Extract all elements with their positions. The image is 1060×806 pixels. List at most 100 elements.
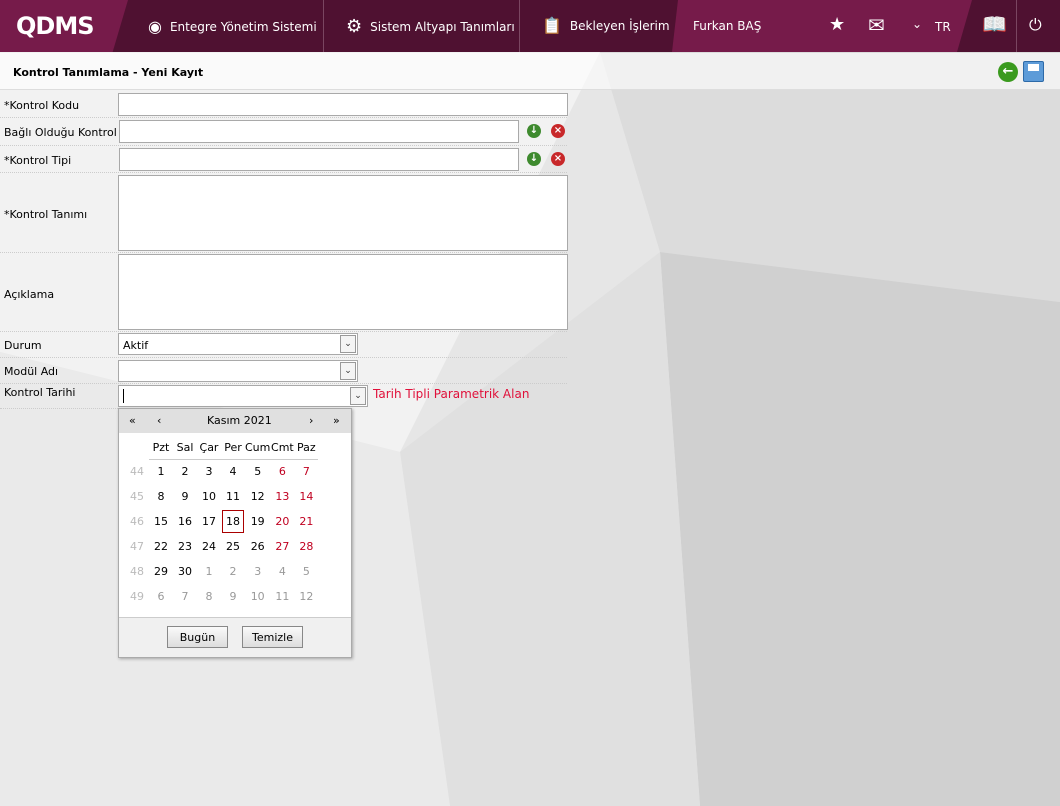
save-icon[interactable] [1023, 61, 1044, 82]
power-icon[interactable]: ⏻ [1029, 15, 1042, 35]
label-kontrol-tarihi: Kontrol Tarihi [4, 386, 76, 399]
label-kontrol-tipi: *Kontrol Tipi [4, 154, 72, 167]
calendar-day[interactable]: 8 [149, 484, 173, 509]
calendar-day[interactable]: 11 [221, 484, 245, 509]
calendar-month-title[interactable]: Kasım 2021 [207, 414, 272, 427]
calendar-day[interactable]: 5 [294, 559, 318, 584]
calendar-day[interactable]: 9 [221, 584, 245, 609]
week-number: 48 [130, 565, 144, 578]
weekday-header: Cmt [270, 437, 295, 460]
label-kontrol-tanimi: *Kontrol Tanımı [4, 208, 88, 221]
calendar-day[interactable]: 22 [149, 534, 173, 559]
top-navbar: QDMS ◉ Entegre Yönetim Sistemi ⚙ Sistem Al… [0, 0, 1060, 52]
calendar-grid: Pzt Sal Çar Per Cum Cmt Paz 44 1 2 3 4 5 6 7 45 8 9 10 11 1… [125, 437, 319, 609]
calendar-day[interactable]: 5 [245, 459, 270, 484]
weekday-header: Paz [294, 437, 319, 460]
calendar-day[interactable]: 23 [173, 534, 197, 559]
week-number: 49 [130, 590, 144, 603]
calendar-day[interactable]: 30 [173, 559, 197, 584]
chevron-down-icon: ⌄ [340, 362, 356, 380]
calendar-day[interactable]: 26 [245, 534, 270, 559]
select-down-icon[interactable]: ↓ [527, 124, 541, 138]
user-name[interactable]: Furkan BAŞ [693, 19, 761, 33]
clipboard-icon: 📋 [542, 16, 562, 35]
language-selector[interactable]: TR [935, 20, 951, 34]
calendar-day[interactable]: 6 [149, 584, 173, 609]
star-icon[interactable]: ★ [829, 14, 845, 35]
bagli-kontrol-input[interactable] [119, 120, 519, 143]
calendar-day[interactable]: 14 [294, 484, 318, 509]
date-picker-calendar: « ‹ Kasım 2021 › » Pzt Sal Çar Per Cum Cmt Paz… [118, 408, 352, 658]
calendar-day[interactable]: 11 [270, 584, 294, 609]
calendar-day[interactable]: 16 [173, 509, 197, 534]
aciklama-textarea[interactable] [118, 254, 568, 330]
calendar-day[interactable]: 7 [294, 459, 318, 484]
clear-icon[interactable]: × [551, 152, 565, 166]
calendar-day[interactable]: 9 [173, 484, 197, 509]
manual-book-icon[interactable]: 📖 [982, 12, 1007, 36]
calendar-day[interactable]: 3 [245, 559, 270, 584]
calendar-day[interactable]: 17 [197, 509, 221, 534]
kontrol-tarihi-input[interactable]: ⌄ [118, 385, 368, 407]
kontrol-tanimi-textarea[interactable] [118, 175, 568, 251]
calendar-day[interactable]: 24 [197, 534, 221, 559]
gear-icon: ⚙ [346, 16, 363, 37]
kontrol-tipi-input[interactable] [119, 148, 519, 171]
prev-year-button[interactable]: « [129, 414, 136, 427]
calendar-day[interactable]: 12 [294, 584, 318, 609]
calendar-day[interactable]: 4 [221, 459, 245, 484]
kontrol-kodu-input[interactable] [118, 93, 568, 116]
weekday-header: Sal [173, 437, 197, 460]
calendar-day[interactable]: 1 [149, 459, 173, 484]
clear-icon[interactable]: × [551, 124, 565, 138]
week-number: 45 [130, 490, 144, 503]
weekday-header: Cum [245, 437, 271, 460]
nav-sistem-altyapi[interactable]: ⚙ Sistem Altyapı Tanımları [346, 16, 515, 37]
clear-button[interactable]: Temizle [242, 626, 303, 648]
calendar-day[interactable]: 18 [221, 509, 245, 534]
calendar-day[interactable]: 6 [270, 459, 294, 484]
calendar-day[interactable]: 2 [221, 559, 245, 584]
prev-month-button[interactable]: ‹ [157, 414, 161, 427]
today-button[interactable]: Bugün [167, 626, 228, 648]
calendar-day[interactable]: 19 [245, 509, 270, 534]
calendar-day[interactable]: 20 [270, 509, 294, 534]
nav-bekleyen[interactable]: 📋 Bekleyen İşlerim [542, 16, 670, 35]
next-month-button[interactable]: › [309, 414, 313, 427]
calendar-day[interactable]: 8 [197, 584, 221, 609]
calendar-day[interactable]: 7 [173, 584, 197, 609]
calendar-day[interactable]: 10 [197, 484, 221, 509]
next-year-button[interactable]: » [333, 414, 340, 427]
nav-entegre[interactable]: ◉ Entegre Yönetim Sistemi [148, 17, 317, 36]
calendar-day[interactable]: 29 [149, 559, 173, 584]
label-bagli-kontrol: Bağlı Olduğu Kontrol [4, 126, 117, 139]
calendar-day[interactable]: 15 [149, 509, 173, 534]
qdms-logo[interactable]: QDMS [16, 12, 94, 40]
week-number: 47 [130, 540, 144, 553]
calendar-day[interactable]: 4 [270, 559, 294, 584]
weekday-header: Per [221, 437, 245, 460]
calendar-day[interactable]: 28 [294, 534, 318, 559]
calendar-day[interactable]: 2 [173, 459, 197, 484]
calendar-day[interactable]: 3 [197, 459, 221, 484]
label-kontrol-kodu: *Kontrol Kodu [4, 99, 80, 112]
calendar-day[interactable]: 21 [294, 509, 318, 534]
mail-icon[interactable]: ✉ [868, 13, 885, 37]
calendar-day[interactable]: 1 [197, 559, 221, 584]
weekday-header: Pzt [149, 437, 173, 460]
select-down-icon[interactable]: ↓ [527, 152, 541, 166]
week-number: 46 [130, 515, 144, 528]
calendar-day[interactable]: 13 [270, 484, 294, 509]
q-icon: ◉ [148, 17, 162, 36]
chevron-down-icon[interactable]: ⌄ [912, 17, 922, 31]
modul-adi-select[interactable]: ⌄ [118, 360, 358, 382]
durum-select[interactable]: Aktif ⌄ [118, 333, 358, 355]
calendar-day[interactable]: 12 [245, 484, 270, 509]
back-arrow-icon[interactable]: ← [998, 62, 1018, 82]
calendar-day[interactable]: 25 [221, 534, 245, 559]
calendar-day[interactable]: 27 [270, 534, 294, 559]
calendar-day[interactable]: 10 [245, 584, 270, 609]
week-number: 44 [130, 465, 144, 478]
weekday-header: Çar [197, 437, 221, 460]
label-modul-adi: Modül Adı [4, 365, 59, 378]
